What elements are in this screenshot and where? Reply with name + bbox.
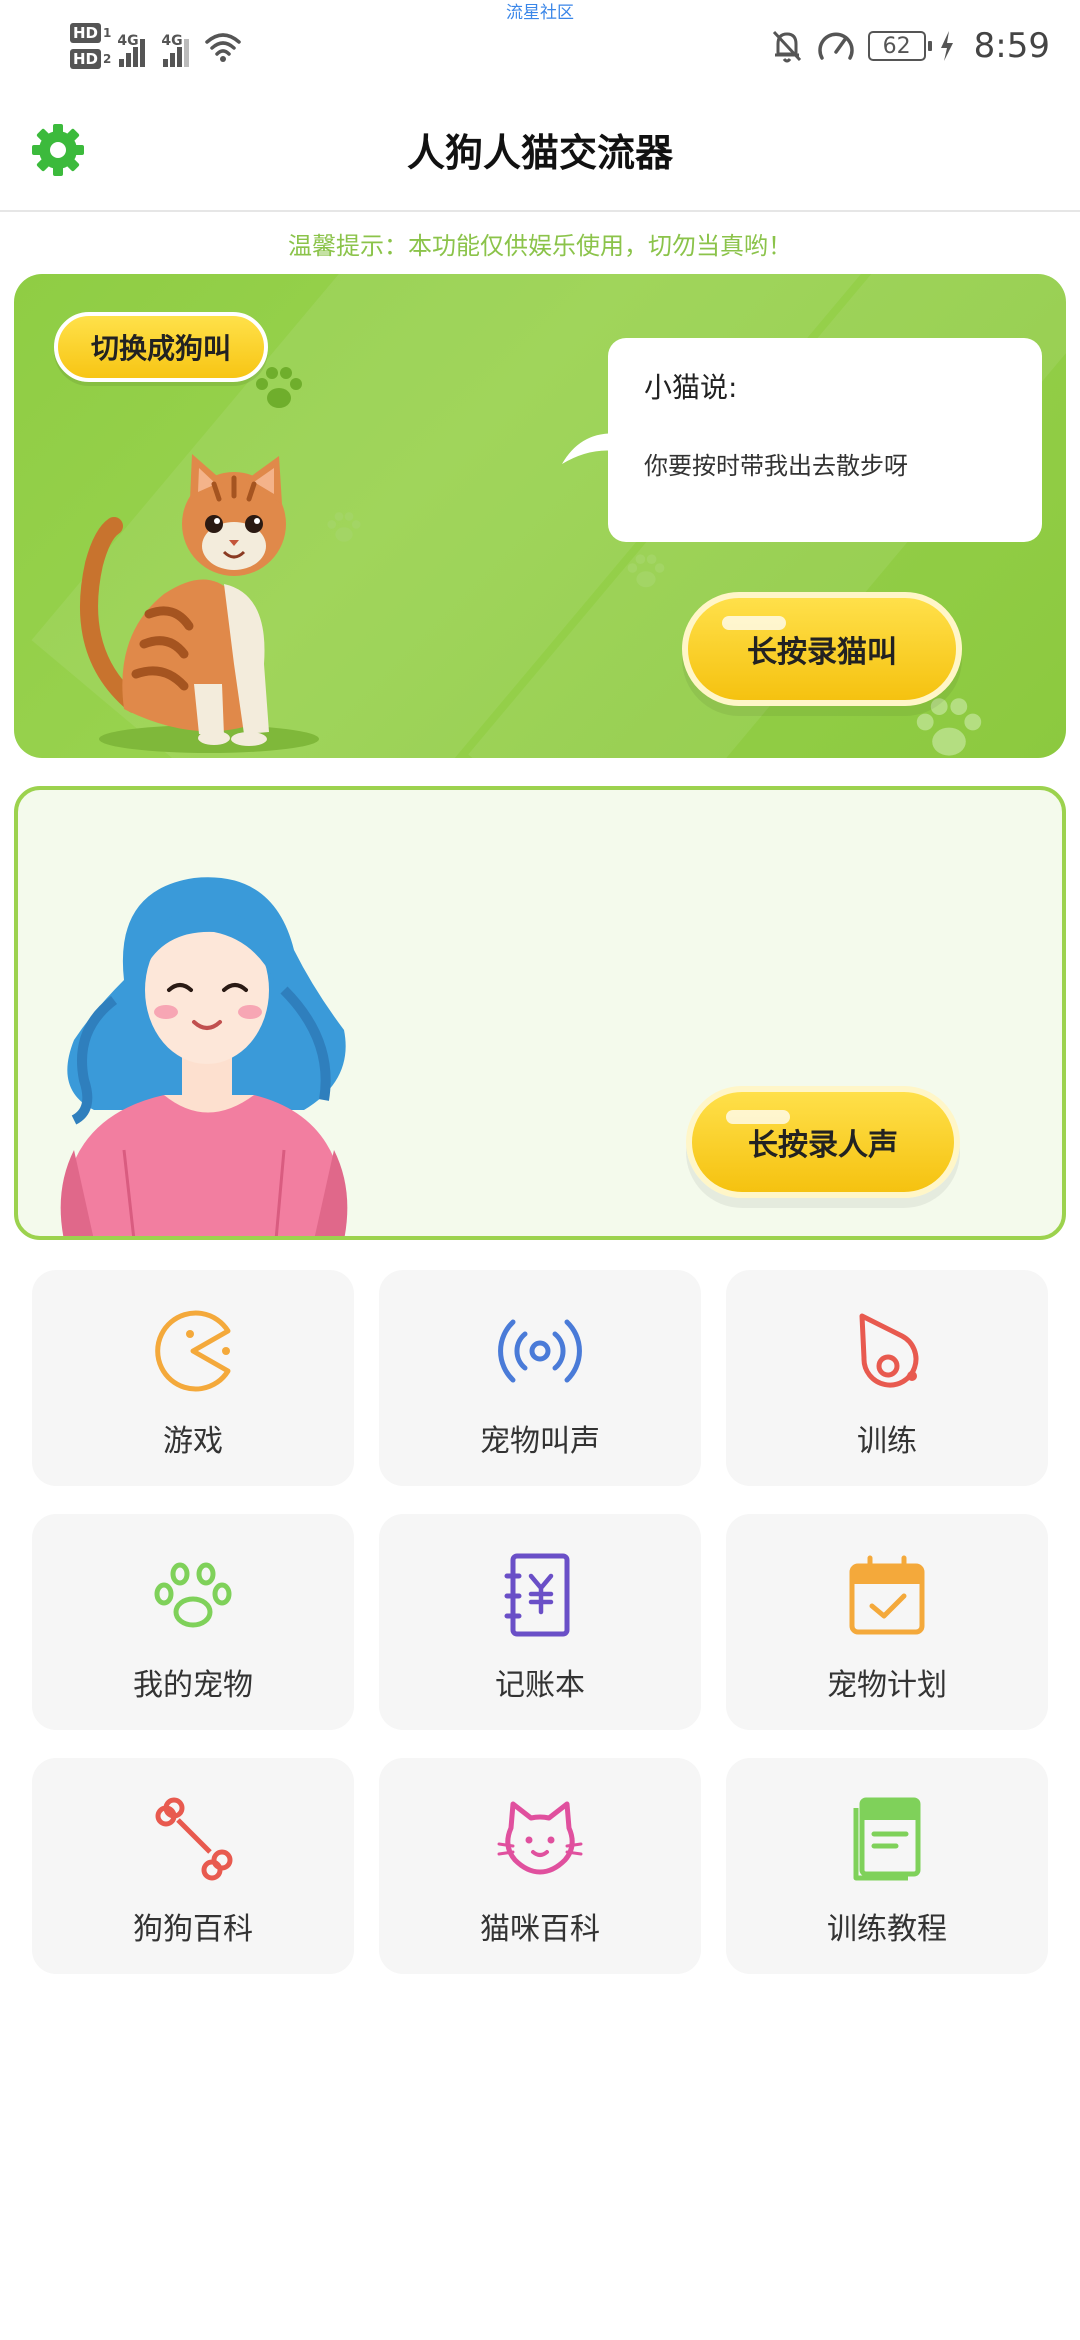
book-icon bbox=[853, 1797, 921, 1881]
cat-illustration bbox=[80, 454, 319, 753]
human-translator-card: 长按录人声 bbox=[14, 786, 1066, 1240]
feature-label: 狗狗百科 bbox=[133, 1912, 253, 1947]
sound-wave-icon bbox=[498, 1319, 582, 1383]
clock: 8:59 bbox=[973, 26, 1050, 66]
cat-face-icon bbox=[497, 1801, 583, 1875]
status-right: 62 8:59 bbox=[770, 20, 1050, 72]
speed-gauge-icon bbox=[817, 32, 854, 60]
wifi-icon bbox=[205, 33, 242, 62]
switch-to-dog-button[interactable]: 切换成狗叫 bbox=[54, 312, 268, 382]
feature-label: 宠物计划 bbox=[827, 1668, 947, 1703]
signal-icon: 4G bbox=[161, 25, 190, 67]
pacman-icon bbox=[155, 1310, 231, 1392]
feature-tile-training[interactable]: 训练 bbox=[726, 1270, 1048, 1486]
feature-label: 我的宠物 bbox=[133, 1668, 253, 1703]
cat-translator-card: 切换成狗叫 小猫说: 你要按时带我出去散步呀 长按录猫叫 bbox=[14, 274, 1066, 758]
paw-icon bbox=[154, 1562, 232, 1628]
signal-icon: 4G bbox=[117, 25, 146, 67]
feature-tile-pet-sounds[interactable]: 宠物叫声 bbox=[379, 1270, 701, 1486]
ledger-icon bbox=[504, 1553, 570, 1637]
record-human-label: 长按录人声 bbox=[748, 1128, 898, 1163]
feature-tile-game[interactable]: 游戏 bbox=[32, 1270, 354, 1486]
whistle-icon bbox=[859, 1313, 919, 1388]
feature-tile-training-tutorial[interactable]: 训练教程 bbox=[726, 1758, 1048, 1974]
feature-tile-cat-wiki[interactable]: 猫咪百科 bbox=[379, 1758, 701, 1974]
record-human-button[interactable]: 长按录人声 bbox=[686, 1086, 960, 1198]
hd-icon: HD bbox=[70, 23, 102, 43]
speaker-label: 小猫说: bbox=[644, 371, 738, 404]
disclaimer-tip: 温馨提示：本功能仅供娱乐使用，切勿当真哟！ bbox=[288, 232, 792, 260]
feature-label: 训练 bbox=[857, 1424, 917, 1459]
woman-illustration bbox=[60, 877, 348, 1236]
feature-label: 记账本 bbox=[495, 1668, 585, 1703]
feature-label: 训练教程 bbox=[827, 1912, 947, 1947]
feature-tile-dog-wiki[interactable]: 狗狗百科 bbox=[32, 1758, 354, 1974]
record-cat-button[interactable]: 长按录猫叫 bbox=[682, 592, 962, 706]
feature-tile-pet-plan[interactable]: 宠物计划 bbox=[726, 1514, 1048, 1730]
calendar-check-icon bbox=[849, 1555, 925, 1635]
record-cat-label: 长按录猫叫 bbox=[747, 635, 897, 670]
app-header: 人狗人猫交流器 bbox=[0, 92, 1080, 212]
bone-icon bbox=[155, 1797, 233, 1881]
feature-label: 猫咪百科 bbox=[480, 1912, 600, 1947]
status-left: HD 1 HD 2 4G 4G bbox=[70, 16, 243, 76]
paw-print-icon bbox=[627, 554, 665, 588]
speech-bubble: 小猫说: 你要按时带我出去散步呀 bbox=[608, 338, 1042, 542]
feature-label: 宠物叫声 bbox=[480, 1424, 600, 1459]
feature-grid: 游戏 宠物叫声 训练 我的宠物 记账本 宠物计划 狗狗百科 猫咪百科 训练教程 bbox=[32, 1270, 1048, 1974]
hd-icon: HD bbox=[70, 49, 102, 69]
translated-message: 你要按时带我出去散步呀 bbox=[644, 452, 908, 480]
battery-icon: 62 bbox=[867, 31, 932, 61]
page-title: 人狗人猫交流器 bbox=[406, 131, 673, 175]
status-bar: 流星社区 HD 1 HD 2 4G 4G 62 8:59 bbox=[0, 0, 1080, 92]
paw-print-icon bbox=[256, 367, 302, 408]
feature-tile-my-pet[interactable]: 我的宠物 bbox=[32, 1514, 354, 1730]
charging-icon bbox=[940, 31, 953, 61]
feature-label: 游戏 bbox=[163, 1424, 223, 1459]
feature-tile-ledger[interactable]: 记账本 bbox=[379, 1514, 701, 1730]
mute-bell-icon bbox=[772, 30, 801, 63]
